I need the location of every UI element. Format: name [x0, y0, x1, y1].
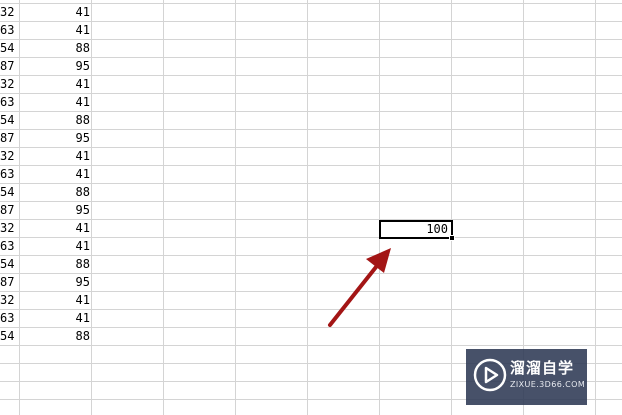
watermark-subtitle: ZIXUE.3D66.COM	[510, 380, 586, 389]
watermark-badge: 溜溜自学 ZIXUE.3D66.COM	[466, 349, 587, 405]
arrow-shaft	[328, 260, 382, 327]
play-logo-icon	[473, 358, 507, 392]
arrow-head	[366, 248, 391, 273]
watermark-title: 溜溜自学	[510, 359, 575, 377]
